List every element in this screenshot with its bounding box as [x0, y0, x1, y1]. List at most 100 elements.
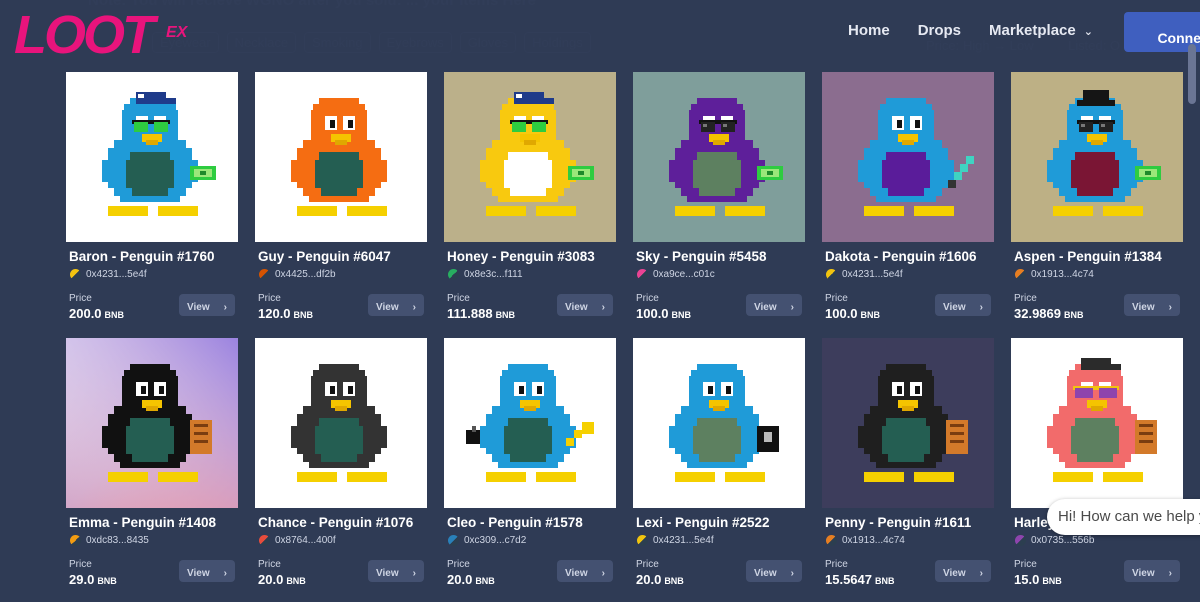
- penguin-foot: [297, 472, 337, 482]
- view-button[interactable]: View ›: [746, 560, 802, 582]
- owner-address[interactable]: 0xa9ce...c01c: [653, 269, 715, 280]
- price-block: Price 111.888 BNB View ›: [447, 293, 615, 329]
- nft-card[interactable]: Harley - Penguin0x0735...556bPrice15.0BN…: [1011, 338, 1183, 597]
- view-button[interactable]: View ›: [935, 294, 991, 316]
- nft-card[interactable]: Emma - Penguin #1408 0xdc83...8435 Price 29…: [66, 338, 238, 597]
- logo-wordmark: LOOT: [14, 6, 159, 58]
- nft-card[interactable]: Honey - Penguin #3083 0x8e3c...f111 Price 1…: [444, 72, 616, 331]
- page-scrollbar[interactable]: [1188, 44, 1196, 104]
- penguin-foot: [1103, 472, 1143, 482]
- nft-card[interactable]: Chance - Penguin #1076 0x8764...400f Price…: [255, 338, 427, 597]
- view-button-label: View: [187, 302, 210, 313]
- nft-card[interactable]: Sky - Penguin #5458 0xa9ce...c01c Price 100…: [633, 72, 805, 331]
- nft-thumbnail[interactable]: [66, 338, 238, 508]
- penguin-foot: [1053, 472, 1093, 482]
- nft-thumbnail[interactable]: [444, 338, 616, 508]
- nft-name[interactable]: Cleo - Penguin #1578: [447, 515, 616, 530]
- price-currency: BNB: [875, 576, 895, 586]
- view-button[interactable]: View ›: [935, 560, 991, 582]
- price-block: Price 15.5647 BNB View ›: [825, 559, 993, 595]
- chat-widget-bubble[interactable]: Hi! How can we help yo: [1047, 499, 1200, 535]
- nft-card[interactable]: Baron - Penguin #1760 0x4231...5e4f Price 2…: [66, 72, 238, 331]
- owner-avatar: [637, 535, 648, 546]
- nft-thumbnail[interactable]: [255, 72, 427, 242]
- nav-marketplace[interactable]: Marketplace ⌄: [989, 22, 1093, 39]
- price-amount: 20.0: [447, 572, 473, 587]
- price-amount: 200.0: [69, 306, 102, 321]
- price-amount: 20.0: [258, 572, 284, 587]
- owner-address[interactable]: 0x8764...400f: [275, 535, 336, 546]
- price-amount: 100.0: [636, 306, 669, 321]
- owner-avatar: [70, 535, 81, 546]
- owner-address[interactable]: 0xc309...c7d2: [464, 535, 526, 546]
- site-header: LOOT EX Home Drops Marketplace ⌄: [0, 0, 1200, 66]
- nft-card[interactable]: Lexi - Penguin #2522 0x4231...5e4f Price 20…: [633, 338, 805, 597]
- price-currency: BNB: [475, 576, 495, 586]
- view-button[interactable]: View ›: [179, 560, 235, 582]
- owner-address[interactable]: 0xdc83...8435: [86, 535, 149, 546]
- nft-name[interactable]: Aspen - Penguin #1384: [1014, 249, 1183, 264]
- price-amount: 100.0: [825, 306, 858, 321]
- owner-address[interactable]: 0x4425...df2b: [275, 269, 336, 280]
- nft-thumbnail[interactable]: [633, 72, 805, 242]
- nav-marketplace-label: Marketplace: [989, 22, 1076, 39]
- nft-thumbnail[interactable]: [255, 338, 427, 508]
- view-button[interactable]: View ›: [179, 294, 235, 316]
- nft-name[interactable]: Baron - Penguin #1760: [69, 249, 238, 264]
- nft-name[interactable]: Lexi - Penguin #2522: [636, 515, 805, 530]
- owner-address[interactable]: 0x4231...5e4f: [653, 535, 714, 546]
- nft-card[interactable]: Guy - Penguin #6047 0x4425...df2b Price 120…: [255, 72, 427, 331]
- owner-avatar: [259, 269, 270, 280]
- view-button[interactable]: View ›: [368, 560, 424, 582]
- owner-row: 0x4231...5e4f: [70, 269, 238, 280]
- nft-card[interactable]: Penny - Penguin #1611 0x1913...4c74 Price 1…: [822, 338, 994, 597]
- view-button[interactable]: View ›: [746, 294, 802, 316]
- owner-address[interactable]: 0x4231...5e4f: [86, 269, 147, 280]
- penguin-foot: [1053, 206, 1093, 216]
- nft-name[interactable]: Guy - Penguin #6047: [258, 249, 427, 264]
- nft-name[interactable]: Honey - Penguin #3083: [447, 249, 616, 264]
- owner-avatar: [70, 269, 81, 280]
- chevron-right-icon: ›: [412, 302, 416, 313]
- view-button-label: View: [187, 568, 210, 579]
- owner-address[interactable]: 0x1913...4c74: [1031, 269, 1094, 280]
- owner-address[interactable]: 0x4231...5e4f: [842, 269, 903, 280]
- nft-card[interactable]: Cleo - Penguin #1578 0xc309...c7d2 Price 20…: [444, 338, 616, 597]
- view-button[interactable]: View ›: [557, 560, 613, 582]
- owner-address[interactable]: 0x0735...556b: [1031, 535, 1094, 546]
- lootex-logo[interactable]: LOOT EX: [14, 6, 194, 58]
- price-currency: BNB: [1064, 310, 1084, 320]
- price-currency: BNB: [104, 310, 125, 320]
- nft-thumbnail[interactable]: [822, 338, 994, 508]
- view-button[interactable]: View ›: [557, 294, 613, 316]
- nft-thumbnail[interactable]: [66, 72, 238, 242]
- nft-thumbnail[interactable]: [1011, 72, 1183, 242]
- price-amount: 29.0: [69, 572, 95, 587]
- chevron-right-icon: ›: [790, 568, 794, 579]
- nft-name[interactable]: Dakota - Penguin #1606: [825, 249, 994, 264]
- nft-name[interactable]: Chance - Penguin #1076: [258, 515, 427, 530]
- owner-address[interactable]: 0x8e3c...f111: [464, 269, 523, 280]
- price-block: Price 20.0 BNB View ›: [447, 559, 615, 595]
- nft-card[interactable]: Dakota - Penguin #1606 0x4231...5e4f Price…: [822, 72, 994, 331]
- price-amount: 32.9869: [1014, 306, 1061, 321]
- nft-thumbnail[interactable]: [633, 338, 805, 508]
- view-button[interactable]: View ›: [1124, 560, 1180, 582]
- nft-thumbnail[interactable]: [1011, 338, 1183, 508]
- nft-thumbnail[interactable]: [444, 72, 616, 242]
- nav-home[interactable]: Home: [848, 22, 890, 39]
- nft-card[interactable]: Aspen - Penguin #1384 0x1913...4c74 Price 3…: [1011, 72, 1183, 331]
- nft-thumbnail[interactable]: [822, 72, 994, 242]
- nft-name[interactable]: Sky - Penguin #5458: [636, 249, 805, 264]
- owner-address[interactable]: 0x1913...4c74: [842, 535, 905, 546]
- owner-row: 0x4231...5e4f: [637, 535, 805, 546]
- price-currency: BNB: [860, 310, 881, 320]
- penguin-foot: [675, 472, 715, 482]
- view-button[interactable]: View ›: [368, 294, 424, 316]
- nft-name[interactable]: Emma - Penguin #1408: [69, 515, 238, 530]
- nav-drops[interactable]: Drops: [918, 22, 961, 39]
- view-button[interactable]: View ›: [1124, 294, 1180, 316]
- price-currency: BNB: [671, 310, 692, 320]
- nft-name[interactable]: Penny - Penguin #1611: [825, 515, 994, 530]
- penguin-foot: [725, 206, 765, 216]
